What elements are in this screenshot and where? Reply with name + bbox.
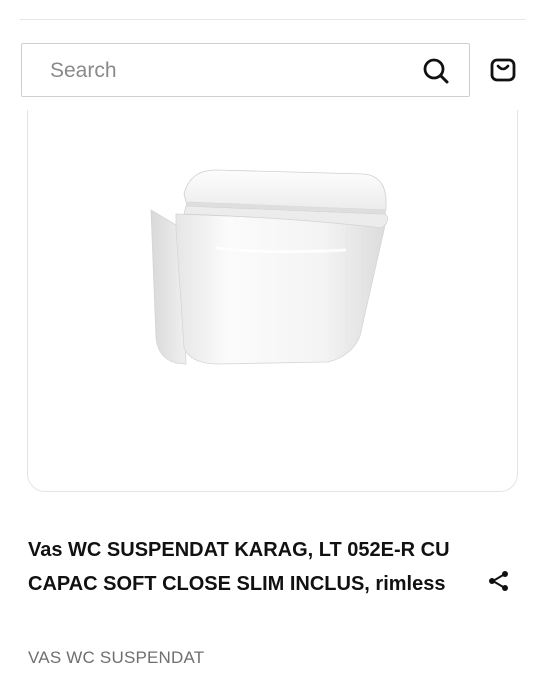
search-input[interactable] [50,52,390,90]
product-image [150,169,388,365]
search-bar [21,43,470,97]
top-divider [20,19,526,20]
product-title: Vas WC SUSPENDAT KARAG, LT 052E-R CU CAP… [28,539,450,595]
share-button[interactable] [487,569,511,593]
cart-button[interactable] [488,55,518,85]
shopping-bag-icon [490,58,516,82]
search-icon [423,58,449,84]
share-icon [489,571,508,591]
product-category: VAS WC SUSPENDAT [28,648,205,667]
search-button[interactable] [421,56,451,86]
product-image-card[interactable] [27,110,518,492]
